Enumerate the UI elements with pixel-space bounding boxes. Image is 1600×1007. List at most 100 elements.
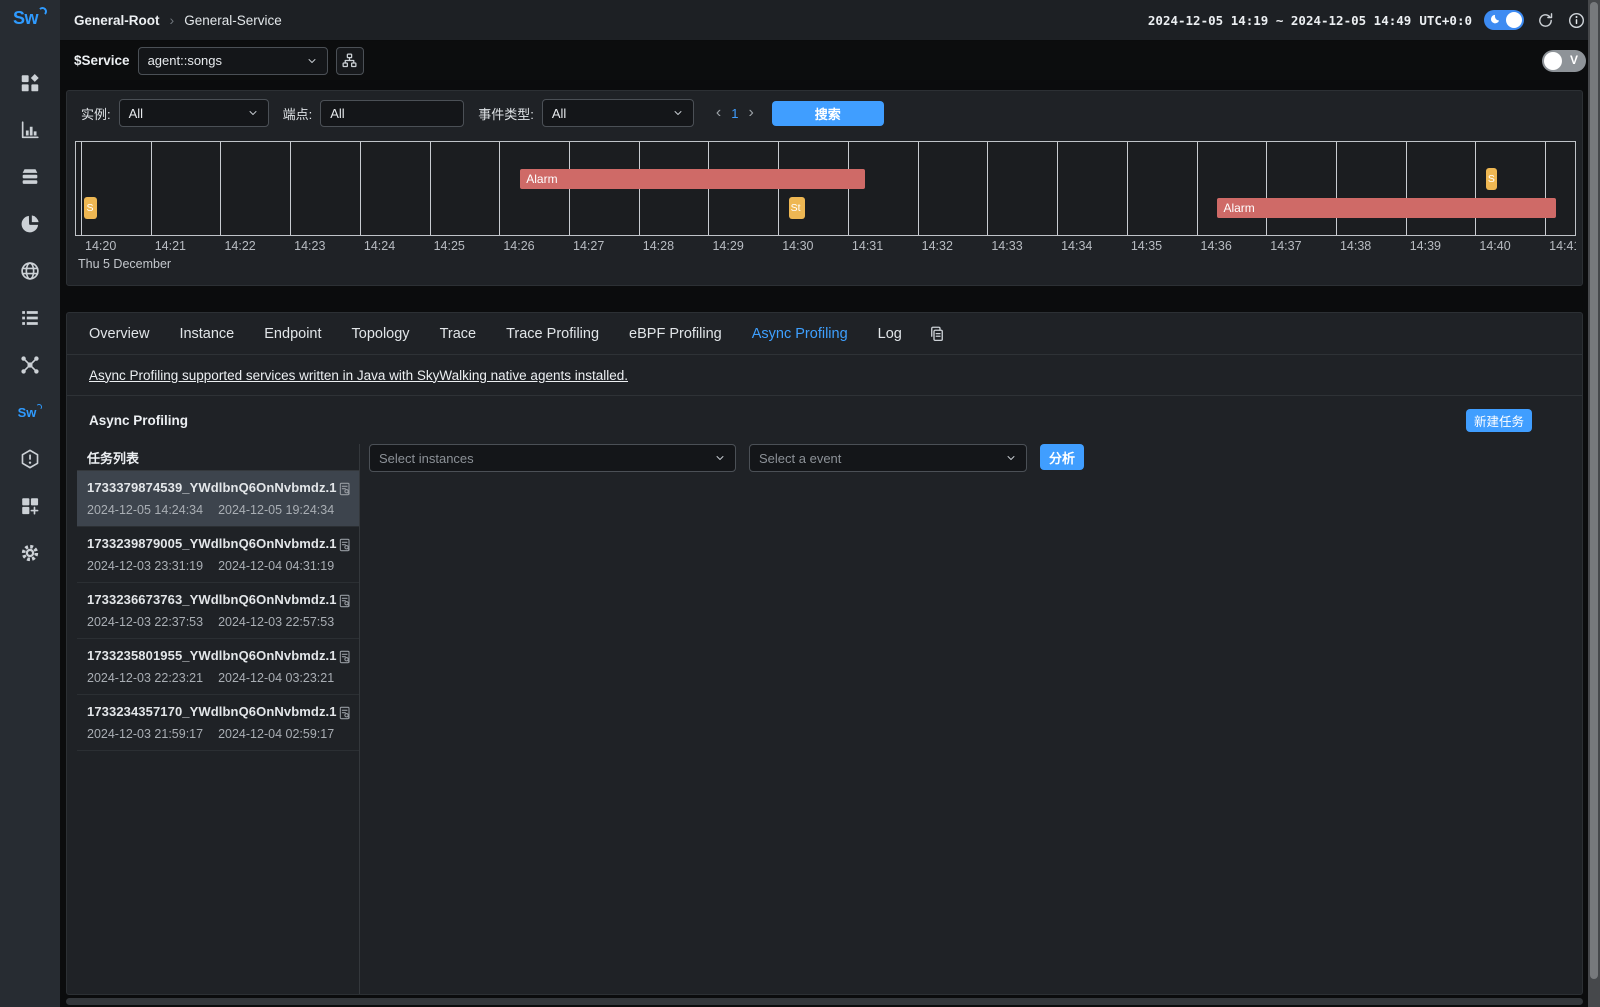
skywalking-logo[interactable]: Sw — [13, 8, 47, 38]
analyze-button[interactable]: 分析 — [1040, 444, 1084, 470]
task-start-time: 2024-12-03 22:37:53 — [87, 615, 203, 629]
chevron-down-icon — [247, 107, 259, 119]
tab-trace-profiling[interactable]: Trace Profiling — [506, 326, 599, 342]
event-type-filter-label: 事件类型: — [478, 104, 534, 123]
timeline-gridline — [1406, 142, 1407, 235]
task-id: 1733239879005_YWdlbnQ6OnNvbmdz.1 — [87, 536, 337, 551]
sidebar-item-settings[interactable] — [0, 530, 60, 576]
task-id: 1733235801955_YWdlbnQ6OnNvbmdz.1 — [87, 648, 337, 663]
task-item[interactable]: 1733236673763_YWdlbnQ6OnNvbmdz.1 2024-12… — [77, 583, 359, 639]
breadcrumb-leaf[interactable]: General-Service — [184, 13, 282, 28]
sidebar-item-infrastructure[interactable] — [0, 342, 60, 388]
breadcrumb-root[interactable]: General-Root — [74, 13, 160, 28]
tab-endpoint[interactable]: Endpoint — [264, 326, 321, 342]
sidebar-item-skywalking[interactable]: Sw — [0, 389, 60, 435]
task-end-time: 2024-12-05 19:24:34 — [218, 503, 334, 517]
tab-topology[interactable]: Topology — [352, 326, 410, 342]
timeline-gridline — [430, 142, 431, 235]
pagination-prev-icon[interactable]: ‹ — [716, 105, 721, 121]
top-bar: General-Root › General-Service 2024-12-0… — [60, 0, 1600, 40]
view-task-detail-icon[interactable] — [337, 481, 353, 497]
moon-icon — [1487, 13, 1501, 27]
instance-filter-label: 实例: — [81, 104, 111, 123]
chevron-down-icon — [672, 107, 684, 119]
list-icon — [19, 307, 41, 329]
task-item[interactable]: 1733235801955_YWdlbnQ6OnNvbmdz.1 2024-12… — [77, 639, 359, 695]
time-range-picker[interactable]: 2024-12-05 14:19 ~ 2024-12-05 14:49 — [1148, 13, 1411, 28]
endpoint-filter-input[interactable]: All — [320, 100, 464, 127]
instances-select[interactable]: Select instances — [369, 444, 736, 472]
timeline-gridline — [499, 142, 500, 235]
task-item[interactable]: 1733239879005_YWdlbnQ6OnNvbmdz.1 2024-12… — [77, 527, 359, 583]
event-badge[interactable]: S — [1486, 168, 1497, 190]
tab-log[interactable]: Log — [878, 326, 902, 342]
view-task-detail-icon[interactable] — [337, 705, 353, 721]
timeline-tick-label: 14:29 — [712, 239, 743, 253]
tab-overview[interactable]: Overview — [89, 326, 149, 342]
vertical-scrollbar-thumb[interactable] — [1590, 2, 1598, 979]
sidebar-item-plugins[interactable] — [0, 483, 60, 529]
tab-ebpf-profiling[interactable]: eBPF Profiling — [629, 326, 722, 342]
version-toggle[interactable]: V — [1542, 50, 1586, 72]
event-badge[interactable]: S — [84, 197, 97, 219]
event-select[interactable]: Select a event — [749, 444, 1027, 472]
sidebar-item-service-mesh[interactable] — [0, 201, 60, 247]
tab-trace[interactable]: Trace — [440, 326, 477, 342]
task-item[interactable]: 1733379874539_YWdlbnQ6OnNvbmdz.1 2024-12… — [77, 471, 359, 527]
horizontal-scrollbar[interactable] — [66, 998, 1583, 1006]
async-profiling-doc-link[interactable]: Async Profiling supported services writt… — [89, 368, 628, 383]
timeline-tick-label: 14:36 — [1201, 239, 1232, 253]
event-filter-row: 实例: All 端点: All 事件类型: All ‹ 1 › 搜索 — [67, 91, 1582, 135]
copy-dashboard-button[interactable] — [928, 325, 946, 343]
sidebar-item-database[interactable] — [0, 154, 60, 200]
sidebar-item-k8s[interactable] — [0, 295, 60, 341]
logo-swirl-icon — [38, 7, 47, 16]
service-select[interactable]: agent::songs — [138, 47, 328, 75]
refresh-button[interactable] — [1536, 11, 1555, 30]
timeline-tick-label: 14:33 — [991, 239, 1022, 253]
task-list-header: 任务列表 — [77, 444, 359, 471]
tab-instance[interactable]: Instance — [179, 326, 234, 342]
task-start-time: 2024-12-03 22:23:21 — [87, 671, 203, 685]
timeline-gridline — [151, 142, 152, 235]
service-topology-button[interactable] — [336, 47, 364, 75]
info-button[interactable] — [1567, 11, 1586, 30]
sidebar-item-marketplace[interactable] — [0, 60, 60, 106]
service-detail-panel: Overview Instance Endpoint Topology Trace Tra… — [66, 312, 1583, 995]
alarm-event-bar[interactable]: Alarm — [1217, 198, 1555, 218]
tab-async-profiling[interactable]: Async Profiling — [752, 326, 848, 342]
timeline-tick-label: 14:31 — [852, 239, 883, 253]
timeline-tick-label: 14:37 — [1270, 239, 1301, 253]
sidebar-item-browser[interactable] — [0, 248, 60, 294]
timeline-gridline — [360, 142, 361, 235]
instance-filter-select[interactable]: All — [119, 99, 269, 127]
event-type-filter-select[interactable]: All — [542, 99, 694, 127]
timeline-gridline — [81, 142, 82, 235]
vertical-scrollbar[interactable] — [1588, 0, 1600, 1007]
topology-icon — [19, 354, 41, 376]
globe-icon — [19, 260, 41, 282]
timeline-plot-area: Alarm Alarm S St S — [75, 141, 1576, 236]
alarm-event-bar[interactable]: Alarm — [520, 169, 865, 189]
refresh-icon — [1536, 11, 1555, 30]
sidebar-item-alerting[interactable] — [0, 436, 60, 482]
view-task-detail-icon[interactable] — [337, 593, 353, 609]
timeline-tick-label: 14:38 — [1340, 239, 1371, 253]
task-id: 1733236673763_YWdlbnQ6OnNvbmdz.1 — [87, 592, 337, 607]
task-list-column: 任务列表 1733379874539_YWdlbnQ6OnNvbmdz.1 20… — [67, 444, 360, 994]
view-task-detail-icon[interactable] — [337, 537, 353, 553]
sitemap-icon — [341, 52, 358, 69]
sidebar-item-general-service[interactable] — [0, 107, 60, 153]
timeline-tick-label: 14:20 — [85, 239, 116, 253]
search-button[interactable]: 搜索 — [772, 101, 884, 126]
task-id: 1733379874539_YWdlbnQ6OnNvbmdz.1 — [87, 480, 337, 495]
task-item[interactable]: 1733234357170_YWdlbnQ6OnNvbmdz.1 2024-12… — [77, 695, 359, 751]
pagination-next-icon[interactable]: › — [748, 105, 753, 121]
new-task-button[interactable]: 新建任务 — [1466, 409, 1532, 432]
horizontal-scrollbar-thumb[interactable] — [66, 998, 1583, 1005]
view-task-detail-icon[interactable] — [337, 649, 353, 665]
shield-alert-icon — [19, 448, 41, 470]
event-badge[interactable]: St — [789, 197, 805, 219]
dark-mode-toggle[interactable] — [1484, 10, 1524, 30]
pagination-page-number[interactable]: 1 — [731, 106, 738, 121]
